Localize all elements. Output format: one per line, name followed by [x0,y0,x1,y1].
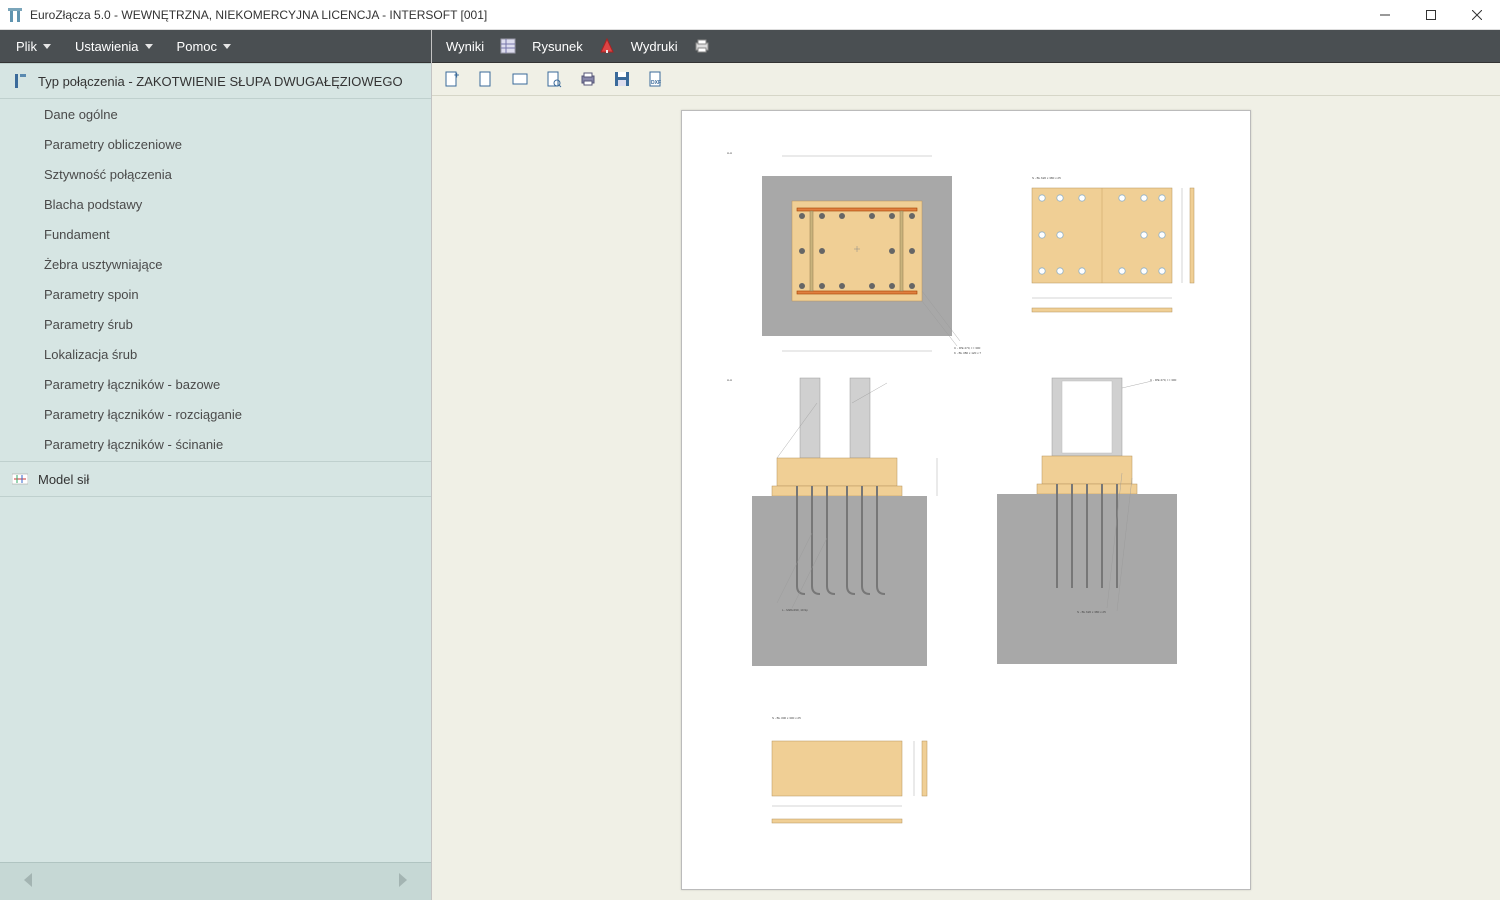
connection-type-icon [10,73,30,89]
side-item-bolt-location[interactable]: Lokalizacja śrub [0,339,431,369]
new-page-icon[interactable]: + [442,69,462,89]
menubar: Plik Ustawienia Pomoc [0,30,431,63]
print-icon[interactable] [578,69,598,89]
svg-text:K - BL 380 x 120 x 7: K - BL 380 x 120 x 7 [954,351,981,355]
chevron-down-icon [223,44,231,49]
side-header-connection-type[interactable]: Typ połączenia - ZAKOTWIENIE SŁUPA DWUGA… [0,63,431,99]
window-title: EuroZłącza 5.0 - WEWNĘTRZNA, NIEKOMERCYJ… [30,8,1362,22]
svg-text:S - BL 620 x 380 x 25: S - BL 620 x 380 x 25 [1032,176,1061,180]
titlebar: EuroZłącza 5.0 - WEWNĘTRZNA, NIEKOMERCYJ… [0,0,1500,30]
ribbon-drawing[interactable]: Rysunek [528,39,587,54]
menu-help[interactable]: Pomoc [167,33,241,60]
section-view-side: C - IPE 270, l = 300 S - BL 620 x 380 x … [982,373,1222,683]
left-panel: Plik Ustawienia Pomoc Typ połączenia - Z… [0,30,432,900]
side-item-connectors-tension[interactable]: Parametry łączników - rozciąganie [0,399,431,429]
page-zoom-icon[interactable] [544,69,564,89]
menu-file[interactable]: Plik [6,33,61,60]
side-header-label: Typ połączenia - ZAKOTWIENIE SŁUPA DWUGA… [38,74,403,89]
close-button[interactable] [1454,0,1500,30]
section-view-front: A-A [722,373,982,683]
ribbon-results[interactable]: Wyniki [442,39,488,54]
results-icon[interactable] [498,36,518,56]
drawing-icon[interactable] [597,36,617,56]
nav-next-button[interactable] [393,871,411,892]
side-item-connectors-shear[interactable]: Parametry łączników - ścinanie [0,429,431,459]
side-item-stiffness[interactable]: Sztywność połączenia [0,159,431,189]
minimize-button[interactable] [1362,0,1408,30]
plan-view-baseplate: A-A [722,146,982,346]
ribbon: Wyniki Rysunek Wydruki [432,30,1500,63]
ribbon-prints[interactable]: Wydruki [627,39,682,54]
side-item-weld-params[interactable]: Parametry spoin [0,279,431,309]
side-item-bolt-params[interactable]: Parametry śrub [0,309,431,339]
svg-text:L - M20x490, 10.9p: L - M20x490, 10.9p [782,608,808,612]
svg-text:C - IPE 270, l = 300: C - IPE 270, l = 300 [1150,378,1177,382]
page-icon[interactable] [476,69,496,89]
svg-text:S - BL 620 x 380 x 25: S - BL 620 x 380 x 25 [1077,610,1106,614]
menu-file-label: Plik [16,39,37,54]
drawing-toolbar: + DXF [432,63,1500,96]
chevron-down-icon [145,44,153,49]
window-controls [1362,0,1500,30]
save-icon[interactable] [612,69,632,89]
forces-icon [10,471,30,487]
side-footer-nav [0,862,431,900]
plate-detail-view: S - BL 620 x 380 x 25 [1022,173,1202,313]
svg-text:A-A: A-A [727,378,732,382]
svg-text:C - IPE 270, l = 300: C - IPE 270, l = 300 [954,346,981,350]
drawing-page: A-A [681,110,1251,890]
side-item-calc-params[interactable]: Parametry obliczeniowe [0,129,431,159]
svg-text:DXF: DXF [651,80,661,86]
svg-text:A-A: A-A [727,151,732,155]
menu-settings[interactable]: Ustawienia [65,33,163,60]
chevron-down-icon [43,44,51,49]
svg-text:+: + [454,70,459,80]
side-header-forces[interactable]: Model sił [0,461,431,497]
svg-text:S - BL 300 x 300 x 25: S - BL 300 x 300 x 25 [772,716,801,720]
plate-bottom-view: S - BL 300 x 300 x 25 [752,711,1012,831]
side-item-stiffeners[interactable]: Żebra usztywniające [0,249,431,279]
page-landscape-icon[interactable] [510,69,530,89]
menu-settings-label: Ustawienia [75,39,139,54]
side-header-forces-label: Model sił [38,472,89,487]
app-icon [6,6,24,24]
side-item-foundation[interactable]: Fundament [0,219,431,249]
drawing-canvas[interactable]: A-A [432,96,1500,900]
side-item-general[interactable]: Dane ogólne [0,99,431,129]
dxf-export-icon[interactable]: DXF [646,69,666,89]
menu-help-label: Pomoc [177,39,217,54]
side-nav: Typ połączenia - ZAKOTWIENIE SŁUPA DWUGA… [0,63,431,862]
printer-icon[interactable] [692,36,712,56]
side-item-base-plate[interactable]: Blacha podstawy [0,189,431,219]
side-item-connectors-base[interactable]: Parametry łączników - bazowe [0,369,431,399]
nav-prev-button[interactable] [20,871,38,892]
right-panel: Wyniki Rysunek Wydruki + DXF [432,30,1500,900]
maximize-button[interactable] [1408,0,1454,30]
